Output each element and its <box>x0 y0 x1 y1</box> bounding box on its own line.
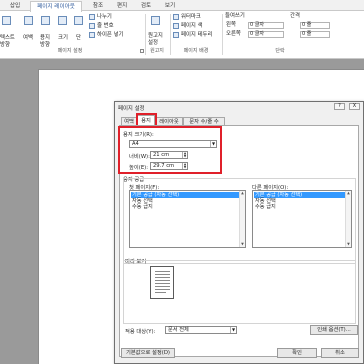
hyphenation-label: 하이픈 넣기 <box>97 32 124 38</box>
text-direction-icon <box>2 16 11 25</box>
group-label-manuscript: 원고지 <box>150 48 164 54</box>
spacing-after-value: 0 줄 <box>302 31 312 37</box>
apply-to-label: 적용 대상(Y): <box>125 329 156 335</box>
print-options-button[interactable]: 인쇄 옵션(T)... <box>310 325 358 335</box>
page-color-label: 페이지 색 <box>181 23 203 29</box>
manuscript-label: 원고지 설정 <box>148 33 163 46</box>
scroll-up-icon[interactable]: ▲ <box>346 191 351 196</box>
spacing-before-value: 0 줄 <box>302 22 312 28</box>
columns-label: 단 <box>76 35 81 41</box>
tab-insert[interactable]: 삽입 <box>4 1 26 11</box>
size-label: 크기 <box>58 35 68 41</box>
help-button[interactable]: ? <box>334 103 345 110</box>
preview-line <box>155 277 170 278</box>
set-default-button[interactable]: 기본값으로 설정(D) <box>121 348 175 358</box>
close-icon: X <box>352 103 357 109</box>
watermark-label: 워터마크 <box>181 14 201 20</box>
line-numbers-icon <box>89 23 95 29</box>
watermark-icon <box>173 14 179 20</box>
group-label-page-setup: 페이지 설정 <box>57 48 83 54</box>
page-color-icon <box>173 23 179 29</box>
indent-right-value: 0 글자 <box>250 31 264 37</box>
page-borders-icon <box>173 32 179 38</box>
dialog-title: 페이지 설정 <box>118 106 145 112</box>
cancel-button[interactable]: 취소 <box>321 348 359 358</box>
line-numbers-label: 줄 번호 <box>97 23 114 29</box>
spacing-before-spinner[interactable]: 0 줄 <box>300 22 330 29</box>
breaks-label: 나누기 <box>97 14 112 20</box>
group-label-page-background: 페이지 배경 <box>183 48 209 54</box>
list-item[interactable]: 수동 급지 <box>254 204 276 210</box>
ribbon-separator <box>170 14 171 55</box>
preview-line <box>155 271 170 272</box>
indent-right-spinner[interactable]: 0 글자 <box>248 31 284 38</box>
preview-line <box>155 289 170 290</box>
ribbon-separator <box>222 14 223 55</box>
indent-right-label: 오른쪽 <box>226 31 241 37</box>
group-label-paragraph: 단락 <box>275 48 285 54</box>
page-borders-label: 페이지 테두리 <box>181 32 213 38</box>
scroll-down-icon[interactable]: ▼ <box>346 242 351 247</box>
indent-left-label: 왼쪽 <box>226 22 236 28</box>
chevron-down-icon: ▼ <box>230 327 236 333</box>
preview-line <box>155 274 170 275</box>
text-direction-label: 텍스트 방향 <box>0 35 15 48</box>
scroll-down-icon[interactable]: ▼ <box>240 242 245 247</box>
size-icon <box>58 16 67 25</box>
tab-mailings[interactable]: 편지 <box>112 1 132 11</box>
list-item[interactable]: 수동 급지 <box>131 204 153 210</box>
apply-to-value: 문서 전체 <box>168 327 189 333</box>
page-setup-dialog: 페이지 설정 ? X 여백 용지 레이아웃 문자 수/줄 수 용지 크기(R):… <box>114 101 364 364</box>
columns-icon <box>74 16 83 25</box>
tab-page-layout[interactable]: 페이지 레이아웃 <box>30 1 82 12</box>
paper-tab-panel: 용지 크기(R): A4 ▼ 너비(W): 21 cm ▲ ▼ 높이(E): 29… <box>118 125 359 357</box>
spacing-after-spinner[interactable]: 0 줄 <box>300 31 330 38</box>
first-page-list[interactable]: 기본 공급 (자동 선택) 자동 선택 수동 급지 ▲ ▼ <box>129 190 246 248</box>
apply-to-select[interactable]: 문서 전체 ▼ <box>165 326 237 334</box>
preview-line <box>155 280 170 281</box>
paper-size-highlight <box>118 126 222 174</box>
close-button[interactable]: X <box>349 103 360 110</box>
help-icon: ? <box>338 103 341 109</box>
first-page-scrollbar[interactable]: ▲ ▼ <box>239 191 245 247</box>
tab-view[interactable]: 보기 <box>160 1 180 11</box>
scroll-up-icon[interactable]: ▲ <box>240 191 245 196</box>
other-pages-list[interactable]: 기본 공급 (자동 선택) 자동 선택 수동 급지 ▲ ▼ <box>252 190 352 248</box>
preview-line <box>155 292 166 293</box>
ribbon-tab-bar: 삽입 페이지 레이아웃 참조 편지 검토 보기 <box>0 0 364 12</box>
spacing-heading: 간격 <box>290 13 300 19</box>
orientation-icon <box>41 16 50 25</box>
page-setup-launcher-icon[interactable] <box>140 49 144 53</box>
tab-review[interactable]: 검토 <box>136 1 156 11</box>
preview-line <box>155 283 170 284</box>
indent-left-value: 0 글자 <box>250 22 264 28</box>
dialog-titlebar[interactable]: 페이지 설정 ? X <box>115 102 363 112</box>
hyphenation-icon <box>89 32 95 38</box>
manuscript-icon <box>151 16 160 25</box>
indent-left-spinner[interactable]: 0 글자 <box>248 22 284 29</box>
ribbon: 삽입 페이지 레이아웃 참조 편지 검토 보기 텍스트 방향 여백 용지 방향 … <box>0 0 364 59</box>
page-preview-thumbnail <box>150 266 174 299</box>
margins-icon <box>24 16 33 25</box>
other-pages-scrollbar[interactable]: ▲ ▼ <box>345 191 351 247</box>
indent-heading: 들여쓰기 <box>225 13 245 19</box>
tab-references[interactable]: 참조 <box>88 1 108 11</box>
margins-label: 여백 <box>23 35 33 41</box>
ok-button[interactable]: 확인 <box>277 348 317 358</box>
breaks-icon <box>89 14 95 20</box>
preview-line <box>155 286 170 287</box>
